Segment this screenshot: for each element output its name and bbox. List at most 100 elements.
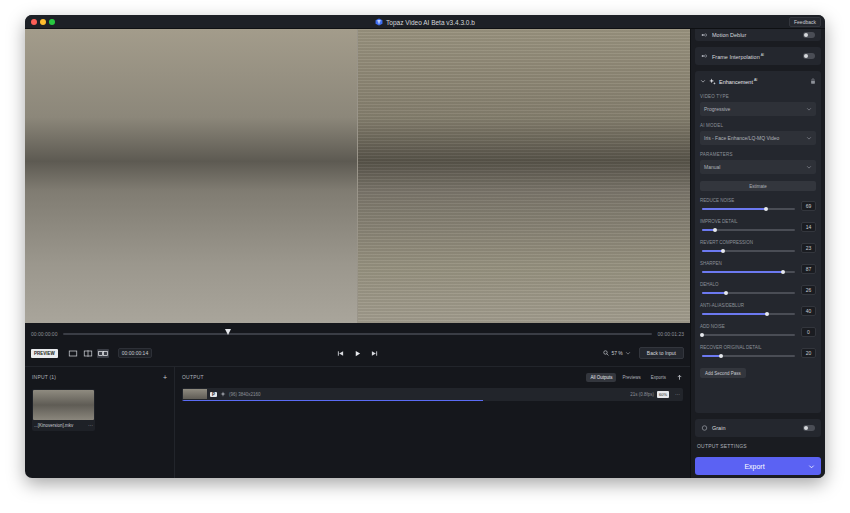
file-menu-button[interactable]: ⋯ <box>88 422 93 428</box>
next-frame-icon[interactable] <box>371 350 378 357</box>
feature-toggle-row: Frame InterpolationAI <box>695 47 821 65</box>
feature-icon <box>701 53 708 59</box>
grain-row: Grain <box>695 419 821 437</box>
parameter-slider: REDUCE NOISE69 <box>700 197 816 214</box>
input-panel: INPUT (1) + ...[Kinoversion].mkv ⋯ <box>25 367 175 478</box>
current-time[interactable]: 00:00:00:14 <box>118 348 152 358</box>
toggle-switch[interactable] <box>803 425 815 431</box>
slider-label: SHARPEN <box>700 260 797 267</box>
add-second-pass-button[interactable]: Add Second Pass <box>700 368 746 378</box>
feature-icon <box>701 32 708 38</box>
feature-toggle-row: Motion Deblur <box>695 29 821 41</box>
previous-frame-icon[interactable] <box>337 350 344 357</box>
field-label: PARAMETERS <box>700 152 816 157</box>
field-label: VIDEO TYPE <box>700 94 816 99</box>
setting-dropdown[interactable]: Iris - Face Enhance/LQ-MQ Video <box>700 131 816 145</box>
slider-track[interactable] <box>702 204 795 214</box>
input-title: INPUT (1) <box>32 374 56 380</box>
enhancement-header[interactable]: EnhancementAI <box>700 75 816 87</box>
main-area: 00:00:00:0000:00:01:23 PREVIEW 00:00:00:14… <box>25 29 690 478</box>
slider-track[interactable] <box>702 309 795 319</box>
output-time: 21s (0.8fps) <box>630 392 654 397</box>
export-button[interactable]: Export <box>695 457 821 475</box>
slider-track[interactable] <box>702 246 795 256</box>
output-info: (96) 3840x2160 <box>229 392 261 397</box>
back-to-input-button[interactable]: Back to Input <box>639 347 684 359</box>
zoom-select[interactable]: 57 % <box>603 350 630 356</box>
toggle-switch[interactable] <box>803 53 815 59</box>
output-tab[interactable]: All Outputs <box>586 373 616 382</box>
slider-value[interactable]: 40 <box>801 306 816 316</box>
feature-label: Frame InterpolationAI <box>712 53 764 60</box>
slider-track[interactable] <box>702 351 795 361</box>
slider-value[interactable]: 87 <box>801 264 816 274</box>
progress-percent: 60% <box>657 391 669 398</box>
app-window: Topaz Video AI Beta v3.4.3.0.bFeedback00… <box>25 15 825 478</box>
input-file-name: ...[Kinoversion].mkv <box>34 423 73 428</box>
toggle-switch[interactable] <box>803 32 815 38</box>
feedback-button[interactable]: Feedback <box>789 17 821 27</box>
output-tab[interactable]: Previews <box>618 373 644 382</box>
minimize-icon[interactable] <box>40 19 46 25</box>
row-menu-button[interactable]: ⋯ <box>675 391 680 397</box>
slider-track[interactable] <box>702 330 795 340</box>
slider-label: IMPROVE DETAIL <box>700 218 797 225</box>
estimate-button[interactable]: Estimate <box>700 181 816 191</box>
slider-label: ADD NOISE <box>700 323 797 330</box>
field-label: AI MODEL <box>700 123 816 128</box>
slider-track[interactable] <box>702 225 795 235</box>
preview-controls: PREVIEW 00:00:00:14 57 % Back to Input <box>25 345 690 361</box>
settings-panel: Motion Deblur Frame InterpolationAI Enhanc… <box>690 29 825 478</box>
slider-track[interactable] <box>702 267 795 277</box>
slider-track[interactable] <box>702 288 795 298</box>
setting-dropdown[interactable]: Progressive <box>700 102 816 116</box>
preview-badge: PREVIEW <box>31 349 58 358</box>
timeline: 00:00:00:0000:00:01:23 <box>25 323 690 345</box>
slider-value[interactable]: 69 <box>801 201 816 211</box>
chevron-down-icon <box>625 350 631 356</box>
view-split-icon[interactable] <box>82 349 94 358</box>
setting-dropdown[interactable]: Manual <box>700 160 816 174</box>
play-icon[interactable] <box>354 350 361 357</box>
input-file-card[interactable]: ...[Kinoversion].mkv ⋯ <box>32 389 95 431</box>
slider-handle[interactable] <box>713 228 717 232</box>
view-side-icon[interactable] <box>97 349 109 358</box>
output-settings-header[interactable]: OUTPUT SETTINGS <box>695 443 821 451</box>
enhance-icon <box>220 391 226 397</box>
timeline-track[interactable] <box>63 329 651 339</box>
preview-area <box>25 29 690 323</box>
slider-value[interactable]: 14 <box>801 222 816 232</box>
slider-value[interactable]: 26 <box>801 285 816 295</box>
collapse-chevron-icon[interactable] <box>700 78 706 84</box>
slider-handle[interactable] <box>719 354 723 358</box>
chevron-down-icon[interactable] <box>808 463 815 470</box>
output-tab[interactable]: Exports <box>647 373 670 382</box>
chevron-down-icon <box>806 164 812 170</box>
zoom-icon[interactable] <box>49 19 55 25</box>
slider-handle[interactable] <box>764 207 768 211</box>
slider-handle[interactable] <box>765 312 769 316</box>
slider-value[interactable]: 20 <box>801 348 816 358</box>
lock-icon[interactable] <box>810 78 816 84</box>
original-frame <box>25 29 357 323</box>
add-input-button[interactable]: + <box>163 374 167 381</box>
setting-field: PARAMETERS Manual <box>700 152 816 174</box>
slider-label: ANTI-ALIAS/DEBLUR <box>700 302 797 309</box>
parameter-slider: RECOVER ORIGINAL DETAIL20 <box>700 344 816 361</box>
parameter-slider: SHARPEN 87 <box>700 260 816 277</box>
slider-handle[interactable] <box>781 270 785 274</box>
playhead-icon[interactable] <box>225 329 231 335</box>
slider-handle[interactable] <box>724 291 728 295</box>
slider-value[interactable]: 23 <box>801 243 816 253</box>
view-single-icon[interactable] <box>67 349 79 358</box>
close-icon[interactable] <box>31 19 37 25</box>
feature-label: Motion Deblur <box>712 32 746 38</box>
output-row[interactable]: P(96) 3840x216021s (0.8fps)60%⋯ <box>182 388 683 401</box>
input-thumbnail <box>33 390 94 420</box>
upload-icon[interactable] <box>676 374 683 381</box>
magnifier-icon <box>603 350 609 356</box>
window-title: Topaz Video AI Beta v3.4.3.0.b <box>25 15 825 29</box>
slider-value[interactable]: 0 <box>801 327 816 337</box>
slider-handle[interactable] <box>700 333 704 337</box>
slider-handle[interactable] <box>721 249 725 253</box>
